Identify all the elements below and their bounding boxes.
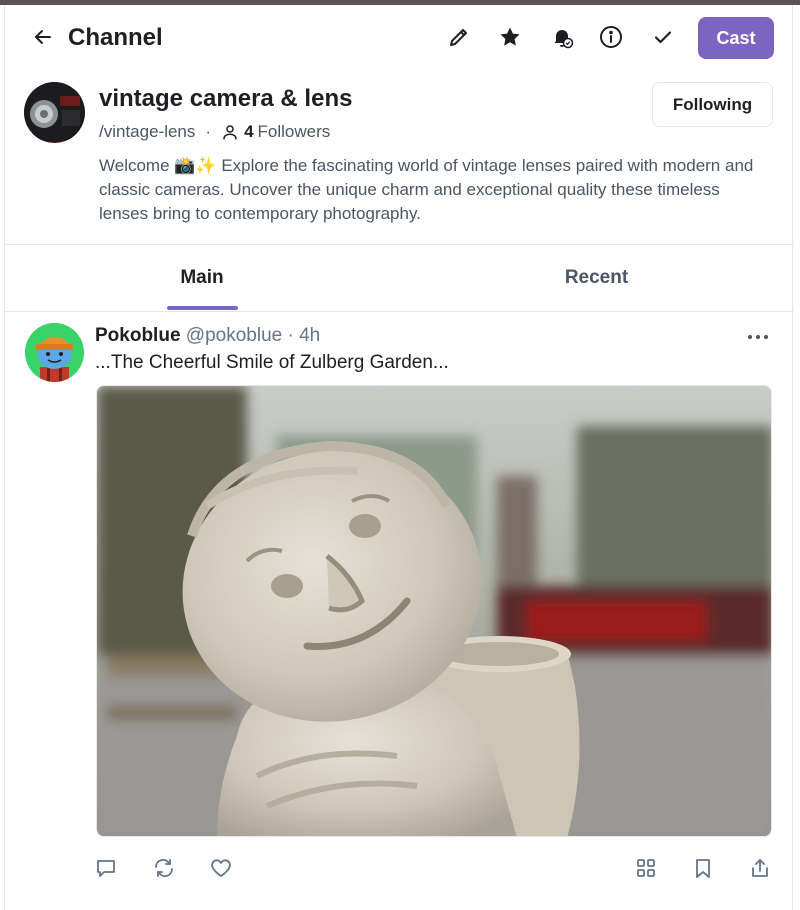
post-username[interactable]: @pokoblue: [186, 325, 282, 346]
post-separator: ·: [287, 325, 294, 346]
stone-statue-photo: [97, 386, 771, 836]
back-arrow-icon[interactable]: [31, 25, 55, 49]
channel-handle[interactable]: /vintage-lens: [99, 122, 195, 142]
channel-meta: /vintage-lens · 4 Followers: [99, 122, 330, 142]
post-display-name[interactable]: Pokoblue: [95, 325, 181, 346]
followers-count[interactable]: 4: [244, 122, 253, 142]
channel-description: Welcome 📸✨ Explore the fascinating world…: [99, 156, 754, 223]
tab-main[interactable]: Main: [5, 245, 399, 311]
followers-label[interactable]: Followers: [258, 122, 331, 142]
blue-character-avatar-icon: [25, 323, 84, 382]
person-icon: [223, 125, 237, 140]
cast-button[interactable]: Cast: [698, 17, 774, 59]
following-button[interactable]: Following: [652, 82, 773, 127]
grid-icon[interactable]: [634, 856, 658, 880]
channel-avatar: [24, 82, 85, 143]
reply-icon[interactable]: [94, 856, 118, 880]
camera-lens-image: [24, 82, 84, 142]
more-options-icon[interactable]: [745, 325, 771, 349]
channel-name: vintage camera & lens: [99, 85, 353, 112]
star-icon[interactable]: [498, 25, 522, 49]
share-icon[interactable]: [748, 856, 772, 880]
pencil-icon[interactable]: [447, 25, 471, 49]
app-frame: Channel Cast vintage camera & lens /vint…: [4, 5, 794, 910]
bookmark-icon[interactable]: [691, 856, 715, 880]
post-author-avatar[interactable]: [25, 323, 84, 382]
post-image[interactable]: [96, 385, 772, 837]
bell-check-icon[interactable]: [550, 25, 574, 49]
info-icon[interactable]: [599, 25, 623, 49]
post-text: ...The Cheerful Smile of Zulberg Garden.…: [95, 352, 449, 373]
check-icon[interactable]: [651, 25, 675, 49]
tab-recent[interactable]: Recent: [399, 245, 794, 311]
post-time[interactable]: 4h: [299, 325, 320, 346]
recast-icon[interactable]: [152, 856, 176, 880]
like-icon[interactable]: [209, 856, 233, 880]
meta-separator: ·: [205, 122, 212, 141]
active-tab-indicator: [167, 306, 238, 310]
page-title: Channel: [68, 24, 163, 51]
divider: [5, 311, 794, 312]
post-header: Pokoblue @pokoblue · 4h: [95, 325, 320, 347]
channel-header: Channel Cast: [5, 5, 794, 73]
